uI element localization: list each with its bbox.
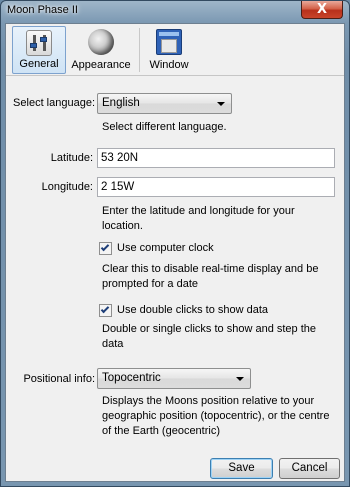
checkmark-icon xyxy=(100,242,110,252)
computer-clock-label[interactable]: Use computer clock xyxy=(117,242,214,254)
moon-icon xyxy=(88,29,114,55)
window-icon xyxy=(156,29,182,55)
coordinates-help: Enter the latitude and longitude for you… xyxy=(102,205,295,232)
positional-info-help: Displays the Moons position relative to … xyxy=(102,395,330,437)
double-clicks-help: Double or single clicks to show and step… xyxy=(102,323,317,350)
language-label: Select language: xyxy=(13,97,95,109)
close-button[interactable]: X xyxy=(301,1,343,19)
latitude-label: Latitude: xyxy=(50,152,93,164)
positional-info-select[interactable]: Topocentric xyxy=(97,368,251,389)
double-clicks-label[interactable]: Use double clicks to show data xyxy=(117,304,268,316)
tab-general-label: General xyxy=(19,58,59,70)
positional-info-label: Positional info: xyxy=(23,373,95,385)
language-select[interactable]: English xyxy=(97,93,232,114)
latitude-field[interactable]: 53 20N xyxy=(97,148,335,168)
chevron-down-icon xyxy=(236,377,244,381)
language-selected-value: English xyxy=(102,97,140,109)
positional-info-selected-value: Topocentric xyxy=(102,372,161,384)
latitude-value: 53 20N xyxy=(101,152,139,164)
settings-dialog: General Appearance Window Select languag… xyxy=(5,23,345,482)
save-button[interactable]: Save xyxy=(210,458,273,479)
computer-clock-help: Clear this to disable real-time display … xyxy=(102,263,319,290)
language-help: Select different language. xyxy=(102,121,227,133)
tab-appearance[interactable]: Appearance xyxy=(66,26,136,74)
tab-appearance-label: Appearance xyxy=(71,59,131,71)
checkmark-icon xyxy=(100,304,110,314)
longitude-value: 2 15W xyxy=(101,181,135,193)
title-bar[interactable]: Moon Phase II X xyxy=(1,1,349,23)
longitude-field[interactable]: 2 15W xyxy=(97,177,335,197)
longitude-label: Longitude: xyxy=(41,181,93,193)
tab-window-label: Window xyxy=(149,59,189,71)
app-window: Moon Phase II X General Appearance Windo… xyxy=(0,0,350,487)
tab-general[interactable]: General xyxy=(12,26,66,74)
window-title: Moon Phase II xyxy=(7,4,78,16)
cancel-button[interactable]: Cancel xyxy=(279,458,340,479)
settings-sliders-icon xyxy=(26,30,52,56)
computer-clock-checkbox[interactable] xyxy=(99,242,112,255)
settings-toolbar: General Appearance Window xyxy=(6,24,344,76)
chevron-down-icon xyxy=(217,102,225,106)
tab-window[interactable]: Window xyxy=(142,26,196,74)
double-clicks-checkbox[interactable] xyxy=(99,304,112,317)
toolbar-separator xyxy=(139,28,140,72)
